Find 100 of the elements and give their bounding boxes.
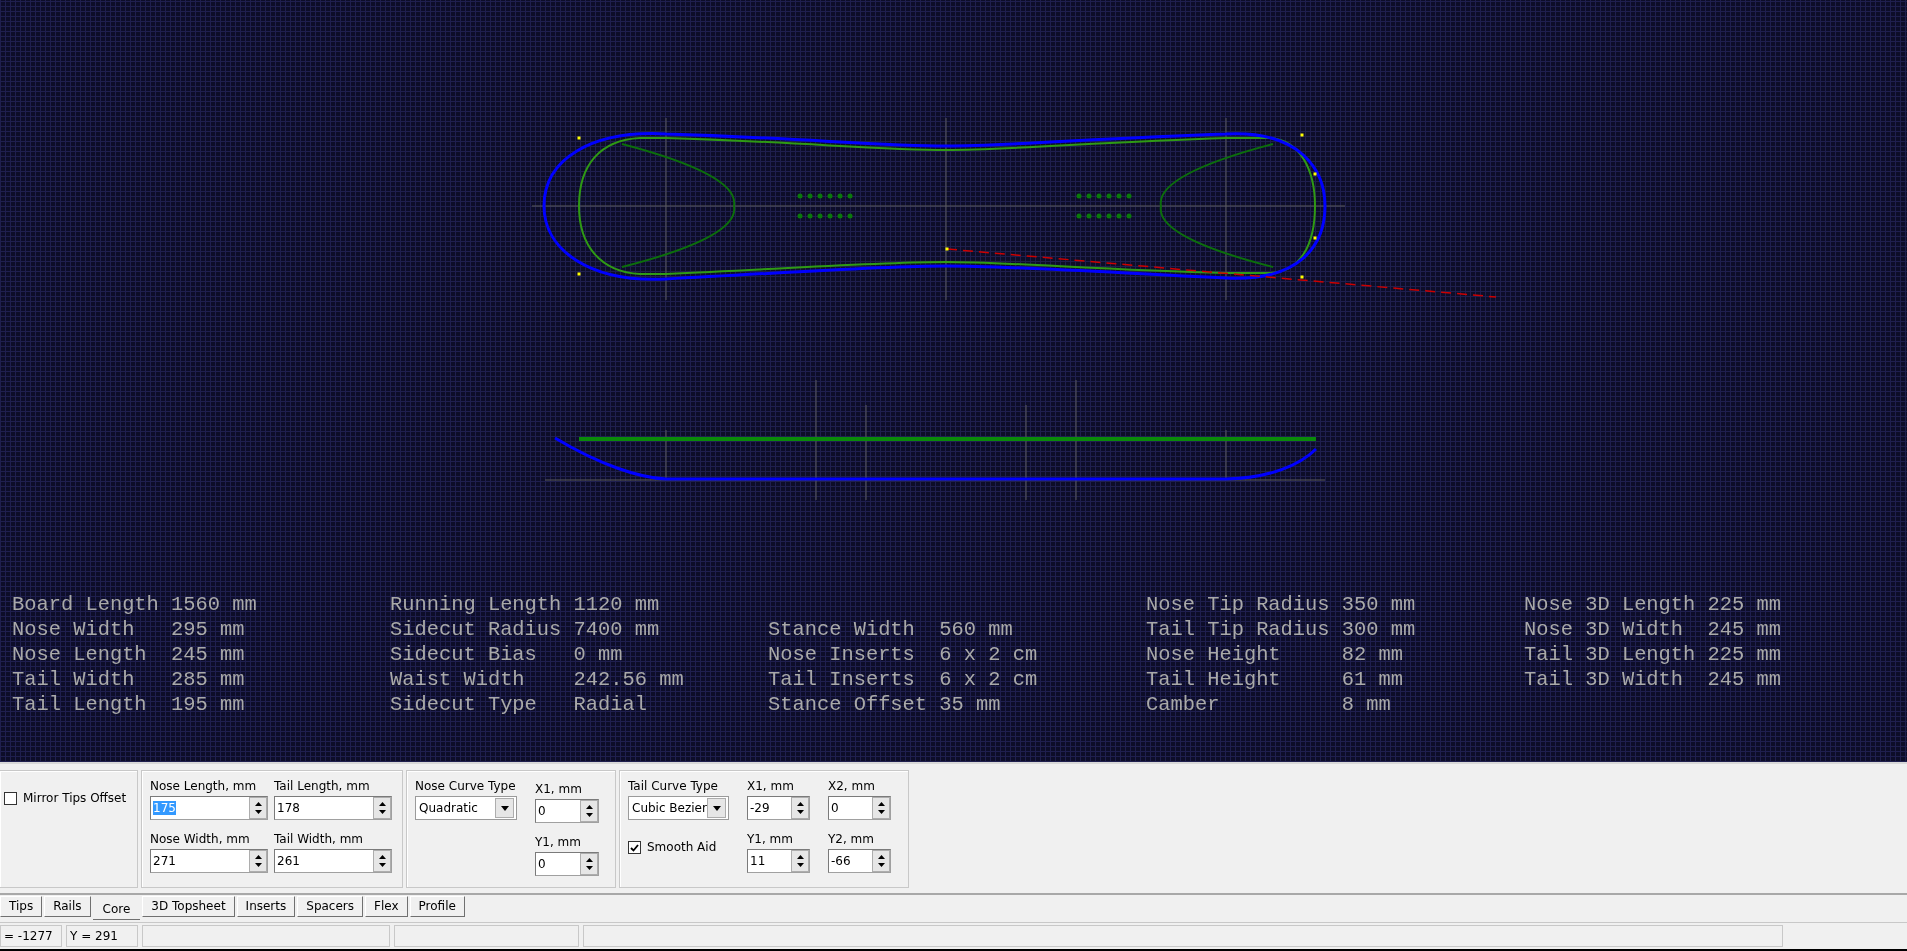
spin-field[interactable]: 261 [274, 849, 392, 873]
spin-arrows-icon [876, 854, 886, 868]
stat-label: Nose 3D Width [1524, 617, 1685, 642]
spin-field[interactable]: 11 [747, 849, 810, 873]
spin-field[interactable]: -29 [747, 796, 810, 820]
stat-value: 6 x 2 cm [939, 642, 1038, 667]
stat-value: 1560 mm [171, 592, 257, 617]
stat-value: 195 mm [171, 692, 246, 717]
stat-label: Tail Inserts [768, 667, 916, 692]
spin-arrows-icon [377, 854, 387, 868]
stat-value: 245 mm [171, 642, 246, 667]
spin-button[interactable] [373, 850, 391, 872]
stat-label: Nose Width [12, 617, 136, 642]
field-label: X1, mm [535, 782, 583, 797]
field-label: Tail Width, mm [274, 832, 365, 847]
field-label: Nose Curve Type [415, 779, 517, 794]
field-label: X2, mm [828, 779, 876, 794]
spin-field[interactable]: -66 [828, 849, 891, 873]
stat-value: 8 mm [1341, 692, 1392, 717]
checkbox[interactable] [628, 841, 641, 854]
field-label: Y1, mm [747, 832, 794, 847]
spin-field[interactable]: 0 [828, 796, 891, 820]
stat-value: 7400 mm [573, 617, 661, 642]
spin-arrows-icon [253, 801, 263, 815]
checkbox-label: Mirror Tips Offset [23, 791, 127, 806]
spin-button[interactable] [249, 850, 267, 872]
stat-label: Waist Width [390, 667, 526, 692]
stat-label: Camber [1146, 692, 1221, 717]
spin-button[interactable] [791, 797, 809, 819]
stat-value: 82 mm [1341, 642, 1404, 667]
checkmark-icon [630, 843, 639, 852]
checkbox-label: Smooth Aid [647, 840, 717, 855]
field-label: Nose Width, mm [150, 832, 251, 847]
stat-value: 0 mm [573, 642, 624, 667]
tab[interactable]: 3D Topsheet [142, 896, 235, 917]
stat-value: 245 mm [1707, 667, 1781, 692]
stat-value: 300 mm [1341, 617, 1416, 642]
stat-label: Nose Height [1146, 642, 1282, 667]
spin-arrows-icon [584, 804, 594, 818]
tab[interactable]: Tips [0, 896, 43, 917]
stat-value: 350 mm [1341, 592, 1416, 617]
field-label: Tail Curve Type [628, 779, 719, 794]
spin-arrows-icon [795, 801, 805, 815]
stat-label: Board Length [12, 592, 159, 617]
spin-button[interactable] [373, 797, 391, 819]
stat-value: Radial [573, 692, 648, 717]
checkbox[interactable] [4, 792, 17, 805]
stat-label: Tail Tip Radius [1146, 617, 1330, 642]
stat-label: Stance Offset [768, 692, 928, 717]
spin-button[interactable] [580, 800, 598, 822]
spin-field[interactable]: 271 [150, 849, 268, 873]
stat-label: Sidecut Type [390, 692, 538, 717]
spin-field[interactable]: 178 [274, 796, 392, 820]
stat-value: 242.56 mm [573, 667, 684, 692]
spin-field[interactable]: 0 [535, 852, 599, 876]
field-label: Y1, mm [535, 835, 582, 850]
stat-value: 560 mm [939, 617, 1014, 642]
spin-button[interactable] [249, 797, 267, 819]
stat-label: Tail Height [1146, 667, 1282, 692]
field-label: X1, mm [747, 779, 795, 794]
tab[interactable]: Flex [365, 896, 408, 917]
status-text: Y = 291 [66, 925, 138, 947]
dropdown[interactable]: Quadratic [415, 796, 517, 820]
spin-button[interactable] [791, 850, 809, 872]
stat-label: Tail 3D Width [1524, 667, 1685, 692]
stat-label: Sidecut Radius [390, 617, 562, 642]
tab[interactable]: Rails [44, 896, 91, 917]
field-label: Y2, mm [828, 832, 875, 847]
field-label: Nose Length, mm [150, 779, 258, 794]
stat-label: Running Length [390, 592, 562, 617]
spin-button[interactable] [872, 850, 890, 872]
stat-value: 225 mm [1707, 642, 1781, 667]
field-label: Tail Length, mm [274, 779, 371, 794]
stat-label: Nose Length [12, 642, 148, 667]
tab[interactable]: Spacers [297, 896, 364, 917]
stat-label: Stance Width [768, 617, 916, 642]
stat-value: 225 mm [1707, 592, 1781, 617]
dropdown[interactable]: Cubic Bezier [628, 796, 729, 820]
spin-button[interactable] [872, 797, 890, 819]
stat-label: Nose 3D Length [1524, 592, 1696, 617]
tab[interactable]: Profile [409, 896, 465, 917]
caret-icon [500, 805, 509, 811]
spin-arrows-icon [876, 801, 886, 815]
stat-label: Tail 3D Length [1524, 642, 1696, 667]
spin-arrows-icon [253, 854, 263, 868]
stat-value: 245 mm [1707, 617, 1781, 642]
stat-value: 6 x 2 cm [939, 667, 1038, 692]
stat-value: 35 mm [939, 692, 1002, 717]
stat-value: 295 mm [171, 617, 246, 642]
spin-field[interactable]: 0 [535, 799, 599, 823]
tab[interactable]: Inserts [236, 896, 296, 917]
spin-button[interactable] [580, 853, 598, 875]
spin-arrows-icon [795, 854, 805, 868]
spin-arrows-icon [584, 857, 594, 871]
stat-value: 1120 mm [573, 592, 661, 617]
spin-arrows-icon [377, 801, 387, 815]
stat-value: 61 mm [1341, 667, 1404, 692]
stat-label: Tail Length [12, 692, 148, 717]
status-text: = -1277 [0, 925, 62, 947]
stat-label: Tail Width [12, 667, 136, 692]
